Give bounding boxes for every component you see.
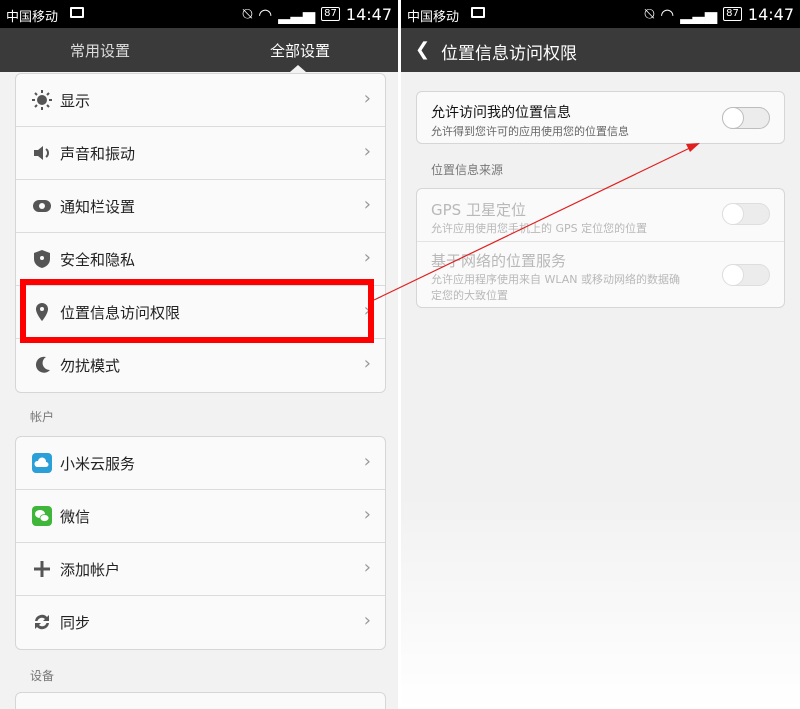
- network-location-subtitle-line2: 定您的大致位置: [431, 289, 508, 302]
- clock: 14:47: [747, 4, 794, 24]
- status-icons: ⍉ ◠ ▂▃▅ 87 14:47: [645, 4, 794, 24]
- chevron-right-icon: ›: [363, 194, 371, 215]
- status-icons: ⍉ ◠ ▂▃▅ 87 14:47: [243, 4, 392, 24]
- settings-group-accounts: 小米云服务 › 微信 › 添加帐户 › 同步 ›: [15, 436, 386, 650]
- settings-item-label: 小米云服务: [60, 455, 136, 473]
- toggle-knob: [722, 264, 744, 286]
- image-notification-icon: [471, 7, 485, 18]
- settings-item-do-not-disturb[interactable]: 勿扰模式 ›: [16, 339, 385, 392]
- battery-icon: 87: [723, 7, 742, 21]
- plus-icon: [34, 561, 50, 577]
- signal-icon: ▂▃▅: [680, 4, 718, 24]
- settings-item-add-account[interactable]: 添加帐户 ›: [16, 543, 385, 596]
- image-notification-icon: [70, 7, 84, 18]
- no-sim-icon: ⍉: [644, 4, 655, 23]
- settings-group-system: 显示 › 声音和振动 › 通知栏设置 › 安全和隐私 › 位置信息访问权限 › …: [15, 73, 386, 393]
- carrier-label: 中国移动: [407, 10, 460, 25]
- settings-item-sound[interactable]: 声音和振动 ›: [16, 127, 385, 180]
- annotation-highlight-box: [20, 279, 374, 343]
- chevron-right-icon: ›: [363, 247, 371, 268]
- allow-location-toggle[interactable]: [722, 107, 770, 129]
- shield-icon: [34, 250, 50, 268]
- tab-all-settings[interactable]: 全部设置: [270, 40, 330, 61]
- brightness-icon: [32, 90, 52, 110]
- notification-bar-icon: [33, 200, 51, 212]
- settings-item-display[interactable]: 显示 ›: [16, 74, 385, 127]
- clock: 14:47: [345, 4, 392, 24]
- chevron-right-icon: ›: [363, 141, 371, 162]
- chevron-right-icon: ›: [363, 557, 371, 578]
- settings-screen: 中国移动 ⍉ ◠ ▂▃▅ 87 14:47 常用设置 全部设置 显示 › 声音和…: [0, 0, 398, 709]
- battery-icon: 87: [321, 7, 340, 21]
- active-tab-indicator: [290, 65, 306, 72]
- wifi-icon: ◠: [660, 4, 675, 24]
- status-bar: 中国移动 ⍉ ◠ ▂▃▅ 87 14:47: [401, 0, 800, 28]
- location-source-card: GPS 卫星定位 允许应用使用您手机上的 GPS 定位您的位置 基于网络的位置服…: [416, 188, 785, 308]
- toggle-knob: [722, 107, 744, 129]
- chevron-right-icon: ›: [363, 353, 371, 374]
- allow-location-card: 允许访问我的位置信息 允许得到您许可的应用使用您的位置信息: [416, 91, 785, 144]
- network-location-option: 基于网络的位置服务 允许应用程序使用来自 WLAN 或移动网络的数据确 定您的大…: [417, 242, 784, 308]
- settings-item-label: 微信: [60, 508, 91, 526]
- settings-item-label: 通知栏设置: [60, 198, 136, 216]
- section-label-device: 设备: [30, 669, 55, 683]
- no-sim-icon: ⍉: [242, 4, 253, 23]
- tab-common-settings[interactable]: 常用设置: [70, 40, 130, 61]
- chevron-right-icon: ›: [363, 504, 371, 525]
- wechat-icon: [32, 506, 52, 526]
- back-arrow-icon[interactable]: ❮: [415, 39, 430, 60]
- settings-tabs: 常用设置 全部设置: [0, 28, 398, 72]
- allow-location-title: 允许访问我的位置信息: [431, 105, 571, 121]
- toggle-knob: [722, 203, 744, 225]
- settings-item-label: 添加帐户: [60, 561, 121, 579]
- gps-option: GPS 卫星定位 允许应用使用您手机上的 GPS 定位您的位置: [417, 189, 784, 242]
- chevron-right-icon: ›: [363, 610, 371, 631]
- title-bar: ❮ 位置信息访问权限: [401, 28, 800, 72]
- gps-subtitle: 允许应用使用您手机上的 GPS 定位您的位置: [431, 222, 648, 235]
- settings-item-notification-bar[interactable]: 通知栏设置 ›: [16, 180, 385, 233]
- settings-item-sync[interactable]: 同步 ›: [16, 596, 385, 649]
- signal-icon: ▂▃▅: [278, 4, 316, 24]
- settings-item-wechat[interactable]: 微信 ›: [16, 490, 385, 543]
- section-label-location-source: 位置信息来源: [431, 163, 504, 177]
- sync-icon: [35, 614, 49, 630]
- section-label-accounts: 帐户: [30, 410, 55, 424]
- settings-item-mi-cloud[interactable]: 小米云服务 ›: [16, 437, 385, 490]
- cloud-icon: [32, 453, 52, 473]
- moon-icon: [35, 356, 50, 373]
- network-location-toggle[interactable]: [722, 264, 770, 286]
- chevron-right-icon: ›: [363, 88, 371, 109]
- speaker-icon: [34, 146, 49, 160]
- carrier-label: 中国移动: [6, 10, 59, 25]
- gps-title: GPS 卫星定位: [431, 201, 526, 219]
- settings-item-label: 同步: [60, 614, 91, 632]
- settings-group-device: [15, 692, 386, 709]
- settings-item-label: 显示: [60, 92, 91, 110]
- status-bar: 中国移动 ⍉ ◠ ▂▃▅ 87 14:47: [0, 0, 398, 28]
- allow-location-subtitle: 允许得到您许可的应用使用您的位置信息: [431, 125, 629, 138]
- settings-item-label: 声音和振动: [60, 145, 136, 163]
- network-location-title: 基于网络的位置服务: [431, 252, 567, 270]
- wifi-icon: ◠: [258, 4, 273, 24]
- gps-toggle[interactable]: [722, 203, 770, 225]
- network-location-subtitle-line1: 允许应用程序使用来自 WLAN 或移动网络的数据确: [431, 273, 681, 286]
- settings-item-label: 勿扰模式: [60, 357, 121, 375]
- settings-item-label: 安全和隐私: [60, 251, 136, 269]
- chevron-right-icon: ›: [363, 451, 371, 472]
- page-title: 位置信息访问权限: [441, 44, 577, 64]
